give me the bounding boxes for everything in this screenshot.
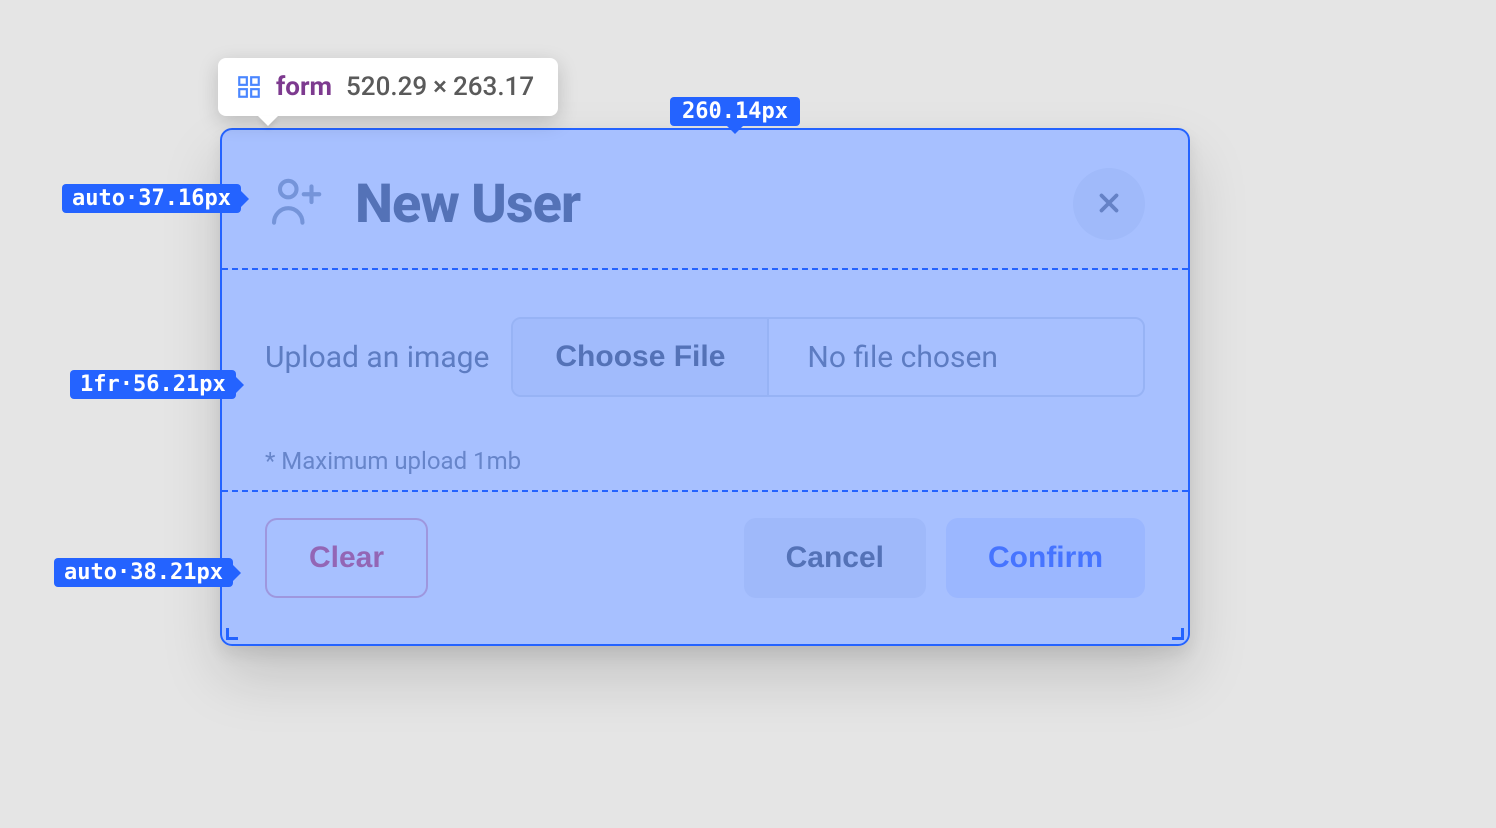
upload-label: Upload an image: [265, 340, 489, 375]
form-title: New User: [355, 173, 580, 236]
close-icon: [1094, 188, 1124, 221]
close-button[interactable]: [1073, 168, 1145, 240]
grid-row-badge-3: auto·38.21px: [54, 558, 233, 587]
upload-row: Upload an image Choose File No file chos…: [265, 317, 1145, 397]
grid-row-badge-1: auto·37.16px: [62, 184, 241, 213]
new-user-form: New User Upload an image Choose File No …: [220, 128, 1190, 646]
choose-file-button[interactable]: Choose File: [513, 319, 769, 395]
cancel-button[interactable]: Cancel: [744, 518, 926, 598]
confirm-button[interactable]: Confirm: [946, 518, 1145, 598]
form-header: New User: [265, 168, 1145, 240]
user-plus-icon: [265, 171, 327, 237]
form-body: Upload an image Choose File No file chos…: [265, 240, 1145, 518]
upload-hint: * Maximum upload 1mb: [265, 447, 1145, 475]
tooltip-element-name: form: [276, 72, 332, 102]
clear-button[interactable]: Clear: [265, 518, 428, 598]
grid-row-badge-2: 1fr·56.21px: [70, 370, 236, 399]
file-status-text: No file chosen: [769, 340, 998, 375]
form-footer: Clear Cancel Confirm: [265, 518, 1145, 598]
grid-icon: [236, 74, 262, 100]
tooltip-dimensions: 520.29×263.17: [346, 72, 534, 102]
file-input[interactable]: Choose File No file chosen: [511, 317, 1145, 397]
grid-column-badge: 260.14px: [670, 97, 800, 126]
devtools-element-tooltip: form 520.29×263.17: [218, 58, 558, 116]
